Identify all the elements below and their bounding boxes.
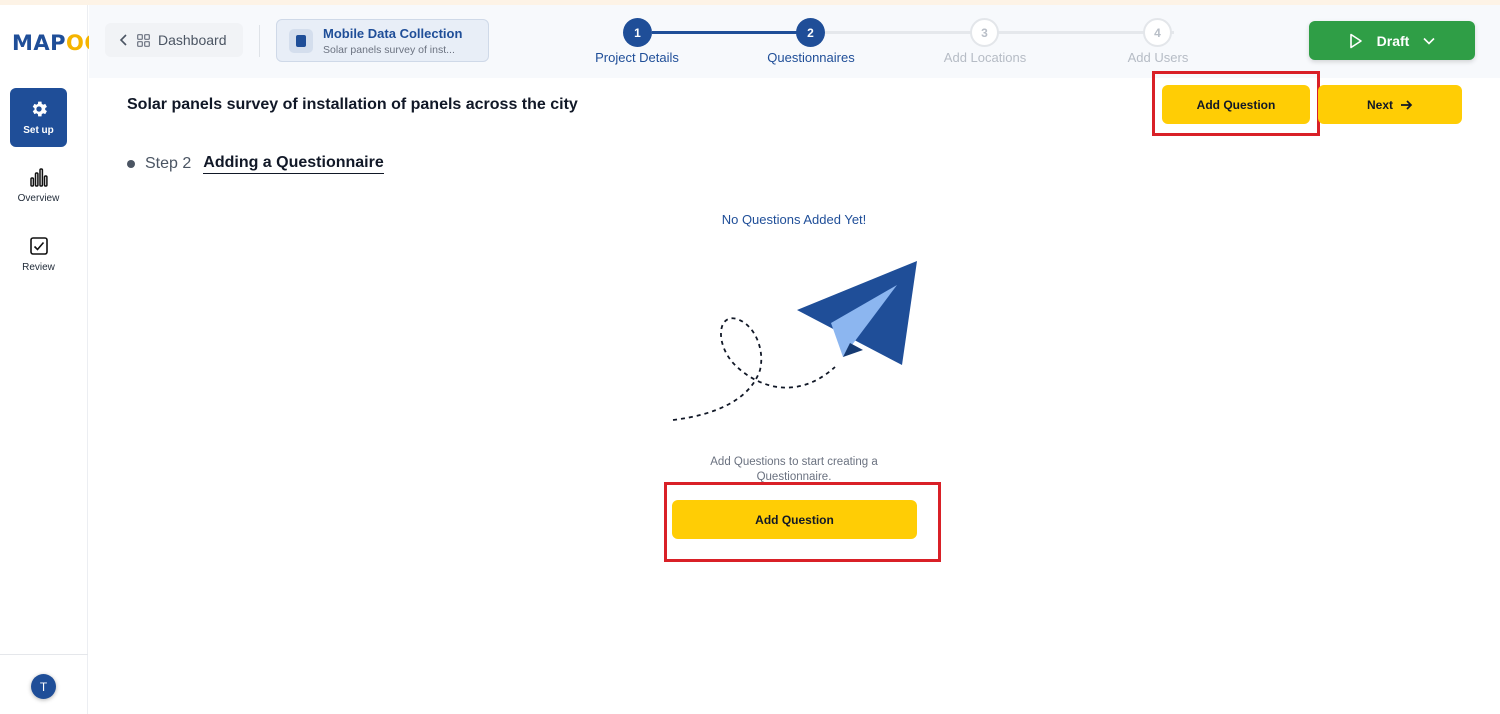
step-4-label[interactable]: Add Users	[1088, 50, 1228, 65]
sidebar-item-setup[interactable]: Set up	[10, 88, 67, 147]
page-title: Solar panels survey of installation of p…	[127, 96, 578, 113]
paper-plane-illustration	[672, 261, 917, 421]
sidebar-item-label: Overview	[17, 193, 60, 204]
empty-state-title: No Questions Added Yet!	[721, 212, 867, 227]
project-name: Solar panels survey of inst...	[323, 43, 455, 56]
add-question-center-label: Add Question	[755, 512, 834, 527]
sidebar-item-review[interactable]: Review	[10, 225, 67, 284]
header-divider	[259, 25, 260, 57]
project-type: Mobile Data Collection	[323, 25, 463, 41]
stepper-progress-line	[652, 31, 812, 34]
add-question-button-center[interactable]: Add Question	[672, 500, 917, 539]
step-1-indicator[interactable]: 1	[623, 18, 652, 47]
step-name: Adding a Questionnaire	[203, 154, 384, 174]
step-3-label[interactable]: Add Locations	[915, 50, 1055, 65]
bar-chart-icon	[29, 168, 48, 187]
next-button[interactable]: Next	[1318, 85, 1462, 124]
project-chip[interactable]: Mobile Data Collection Solar panels surv…	[276, 19, 489, 62]
stepper-remaining-line	[824, 31, 1174, 34]
sidebar-item-overview[interactable]: Overview	[10, 156, 67, 215]
dashed-flight-trail	[672, 317, 836, 421]
checkbox-icon	[29, 237, 48, 255]
sidebar-item-label: Set up	[23, 125, 54, 136]
step-3-indicator[interactable]: 3	[970, 18, 999, 47]
avatar[interactable]: T	[31, 674, 56, 699]
step-number: Step 2	[145, 155, 192, 172]
logo-text-prefix: MAP	[12, 31, 67, 55]
gear-icon	[32, 101, 47, 117]
top-header: Dashboard Mobile Data Collection Solar p…	[89, 5, 1500, 78]
step-1-label[interactable]: Project Details	[567, 50, 707, 65]
step-heading: Step 2 Adding a Questionnaire	[127, 154, 384, 174]
grid-icon	[137, 33, 150, 47]
step-4-indicator[interactable]: 4	[1143, 18, 1172, 47]
bullet-dot	[127, 160, 135, 168]
sidebar-item-label: Review	[22, 262, 55, 273]
step-2-label[interactable]: Questionnaires	[741, 50, 881, 65]
back-to-dashboard-button[interactable]: Dashboard	[105, 23, 243, 57]
add-question-top-label: Add Question	[1196, 97, 1276, 112]
add-question-button-top[interactable]: Add Question	[1162, 85, 1310, 124]
back-button-label: Dashboard	[158, 32, 227, 48]
chevron-left-icon	[119, 34, 127, 46]
sidebar-divider	[0, 654, 88, 655]
empty-state-subtitle: Add Questions to start creating a Questi…	[710, 456, 878, 483]
arrow-right-icon	[1401, 99, 1413, 110]
draft-button-label: Draft	[1376, 32, 1410, 49]
next-button-label: Next	[1366, 97, 1393, 112]
play-icon	[1349, 33, 1362, 48]
clipboard-icon	[289, 28, 313, 53]
chevron-down-icon	[1423, 37, 1435, 45]
draft-status-button[interactable]: Draft	[1309, 21, 1475, 60]
step-2-indicator[interactable]: 2	[796, 18, 825, 47]
sidebar: MAPOG Set up Overview Review T	[0, 5, 102, 714]
